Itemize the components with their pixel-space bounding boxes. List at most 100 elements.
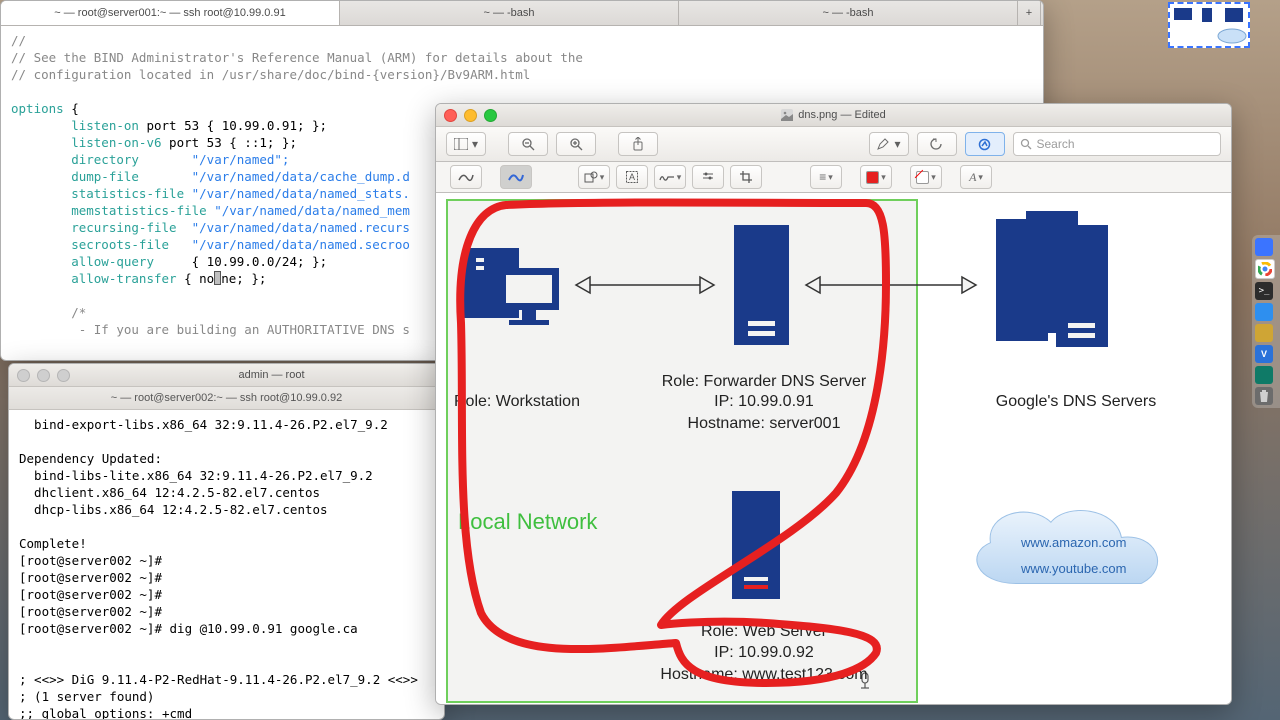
svg-text:A: A bbox=[629, 172, 635, 182]
webserver-label-role: Role: Web Server bbox=[664, 623, 864, 641]
thumb-art bbox=[1170, 4, 1248, 46]
terminal-icon[interactable]: >_ bbox=[1255, 282, 1273, 300]
text-tool[interactable]: A bbox=[616, 165, 648, 189]
shapes-icon bbox=[584, 171, 598, 183]
draw-tool[interactable] bbox=[500, 165, 532, 189]
fill-color-tool[interactable]: ▾ bbox=[910, 165, 942, 189]
close-button[interactable] bbox=[17, 369, 30, 382]
trash-svg-icon bbox=[1258, 389, 1270, 403]
finder-icon[interactable] bbox=[1255, 238, 1273, 256]
app-icon-1[interactable] bbox=[1255, 324, 1273, 342]
path: "/var/named/data/named_mem bbox=[207, 203, 410, 218]
close-button[interactable] bbox=[444, 109, 457, 122]
sidebar-toggle[interactable]: ▾ bbox=[446, 132, 486, 156]
terminal-tab-2[interactable]: ~ — -bash bbox=[340, 1, 679, 25]
terminal-subtab[interactable]: ~ — root@server002:~ — ssh root@10.99.0.… bbox=[9, 387, 444, 410]
shapes-tool[interactable]: ▾ bbox=[578, 165, 610, 189]
keyword: listen-on-v6 bbox=[11, 135, 162, 150]
forwarder-label-ip: IP: 10.99.0.91 bbox=[654, 393, 874, 411]
line-style-tool[interactable]: ≡▾ bbox=[810, 165, 842, 189]
tab-label: ~ — -bash bbox=[822, 7, 873, 19]
val: ne; }; bbox=[221, 271, 266, 286]
zoom-in-button[interactable] bbox=[556, 132, 596, 156]
text-style-tool[interactable]: A▾ bbox=[960, 165, 992, 189]
forwarder-label-role: Role: Forwarder DNS Server bbox=[654, 373, 874, 391]
adjust-color-tool[interactable] bbox=[692, 165, 724, 189]
app-icon-2[interactable] bbox=[1255, 366, 1273, 384]
brace: { bbox=[64, 101, 79, 116]
tab-label: ~ — root@server001:~ — ssh root@10.99.0.… bbox=[54, 7, 285, 19]
chrome-logo-icon bbox=[1258, 262, 1272, 276]
val: port 53 { ::1; }; bbox=[162, 135, 297, 150]
image-file-icon bbox=[781, 109, 793, 121]
screenshot-thumb[interactable] bbox=[1168, 2, 1250, 48]
sketch-tool[interactable] bbox=[450, 165, 482, 189]
signature-icon bbox=[659, 171, 675, 183]
workstation-label: Role: Workstation bbox=[454, 393, 580, 411]
red-swatch bbox=[866, 171, 879, 184]
tab-label: ~ — -bash bbox=[483, 7, 534, 19]
lines-icon: ≡ bbox=[819, 170, 826, 184]
search-field[interactable]: Search bbox=[1013, 132, 1222, 156]
sketch-icon bbox=[458, 171, 474, 183]
preview-window[interactable]: dns.png — Edited ▾ ▾ Search ▾ A ▾ ≡▾ ▾ bbox=[435, 103, 1232, 705]
adjust-icon bbox=[701, 171, 715, 183]
chevron-down-icon: ▾ bbox=[881, 172, 886, 183]
markup-toggle[interactable] bbox=[965, 132, 1005, 156]
path: "/var/named/data/named.secroo bbox=[169, 237, 410, 252]
magnify-plus-icon bbox=[570, 138, 583, 151]
keyword: listen-on bbox=[11, 118, 139, 133]
path: "/var/named"; bbox=[139, 152, 290, 167]
keyword: dump-file bbox=[11, 169, 139, 184]
sign-tool[interactable]: ▾ bbox=[654, 165, 686, 189]
terminal-window-server002[interactable]: admin — root ~ — root@server002:~ — ssh … bbox=[8, 363, 445, 720]
virtualbox-icon[interactable]: V bbox=[1255, 345, 1273, 363]
chrome-icon[interactable] bbox=[1255, 259, 1275, 279]
window-controls bbox=[17, 369, 70, 382]
val: { 10.99.0.0/24; }; bbox=[154, 254, 327, 269]
path: "/var/named/data/named.recurs bbox=[177, 220, 410, 235]
text-icon: A bbox=[626, 171, 638, 183]
highlighter-icon bbox=[876, 138, 890, 151]
sidebar-icon bbox=[454, 138, 468, 150]
crop-tool[interactable] bbox=[730, 165, 762, 189]
window-controls bbox=[444, 109, 497, 122]
terminal-tab-bar: ~ — root@server001:~ — ssh root@10.99.0.… bbox=[1, 1, 1043, 26]
google-dns-label: Google's DNS Servers bbox=[966, 393, 1186, 411]
chevron-down-icon: ▾ bbox=[931, 172, 936, 183]
share-button[interactable] bbox=[618, 132, 658, 156]
zoom-button[interactable] bbox=[57, 369, 70, 382]
terminal-tab-1[interactable]: ~ — root@server001:~ — ssh root@10.99.0.… bbox=[1, 1, 340, 25]
trash-icon[interactable] bbox=[1255, 387, 1273, 405]
canvas-area[interactable]: Role: Workstation Role: Forwarder DNS Se… bbox=[436, 193, 1231, 705]
keyword: recursing-file bbox=[11, 220, 177, 235]
chevron-down-icon: ▾ bbox=[894, 137, 900, 151]
terminal-tab-3[interactable]: ~ — -bash bbox=[679, 1, 1018, 25]
chevron-down-icon: ▾ bbox=[978, 172, 983, 183]
share-icon bbox=[632, 137, 644, 151]
terminal-body[interactable]: bind-export-libs.x86_64 32:9.11.4-26.P2.… bbox=[9, 410, 444, 720]
white-swatch bbox=[916, 171, 929, 184]
search-icon bbox=[1020, 138, 1032, 150]
subtab-label: ~ — root@server002:~ — ssh root@10.99.0.… bbox=[111, 392, 342, 404]
forwarder-label-host: Hostname: server001 bbox=[654, 415, 874, 433]
rotate-icon bbox=[930, 138, 943, 151]
title-bar[interactable]: admin — root bbox=[9, 364, 444, 387]
zoom-out-button[interactable] bbox=[508, 132, 548, 156]
cloud-domain-1: www.amazon.com bbox=[1021, 535, 1126, 550]
vscode-icon[interactable] bbox=[1255, 303, 1273, 321]
file-title: dns.png — Edited bbox=[798, 109, 885, 121]
macos-dock: >_ V bbox=[1252, 235, 1280, 408]
minimize-button[interactable] bbox=[464, 109, 477, 122]
cloud-domain-2: www.youtube.com bbox=[1021, 561, 1127, 576]
chevron-down-icon: ▾ bbox=[472, 137, 478, 151]
stroke-color-tool[interactable]: ▾ bbox=[860, 165, 892, 189]
zoom-button[interactable] bbox=[484, 109, 497, 122]
terminal-tab-add[interactable]: + bbox=[1018, 1, 1041, 25]
rotate-button[interactable] bbox=[917, 132, 957, 156]
minimize-button[interactable] bbox=[37, 369, 50, 382]
title-bar[interactable]: dns.png — Edited bbox=[436, 104, 1231, 127]
section-label: Local Network bbox=[458, 509, 597, 535]
highlight-button[interactable]: ▾ bbox=[869, 132, 909, 156]
comment-line: - If you are building an AUTHORITATIVE D… bbox=[11, 322, 410, 337]
